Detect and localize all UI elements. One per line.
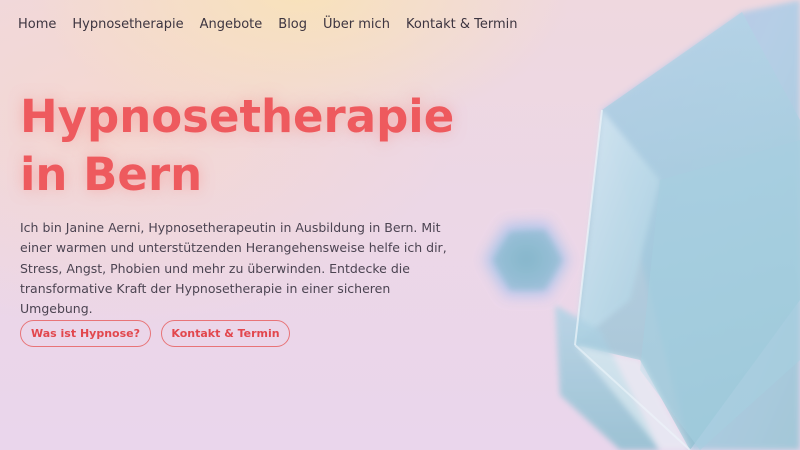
nav-item-ueber-mich[interactable]: Über mich (323, 17, 390, 32)
hero-title-line-2: in Bern (20, 148, 203, 201)
kontakt-termin-button[interactable]: Kontakt & Termin (161, 320, 290, 347)
nav-item-hypnosetherapie[interactable]: Hypnosetherapie (72, 17, 183, 32)
hero-intro-text: Ich bin Janine Aerni, Hypnosetherapeutin… (20, 220, 447, 317)
was-ist-hypnose-button[interactable]: Was ist Hypnose? (20, 320, 151, 347)
nav-item-home[interactable]: Home (18, 17, 56, 32)
large-crystal-shape (555, 0, 800, 450)
main-navigation: Home Hypnosetherapie Angebote Blog Über … (18, 17, 533, 32)
hero-title: Hypnosetherapie in Bern (20, 88, 490, 204)
nav-item-kontakt-termin[interactable]: Kontakt & Termin (406, 17, 518, 32)
nav-item-angebote[interactable]: Angebote (200, 17, 263, 32)
small-hexagon-crystal (483, 220, 570, 298)
nav-item-blog[interactable]: Blog (278, 17, 307, 32)
hero-title-line-1: Hypnosetherapie (20, 90, 455, 143)
